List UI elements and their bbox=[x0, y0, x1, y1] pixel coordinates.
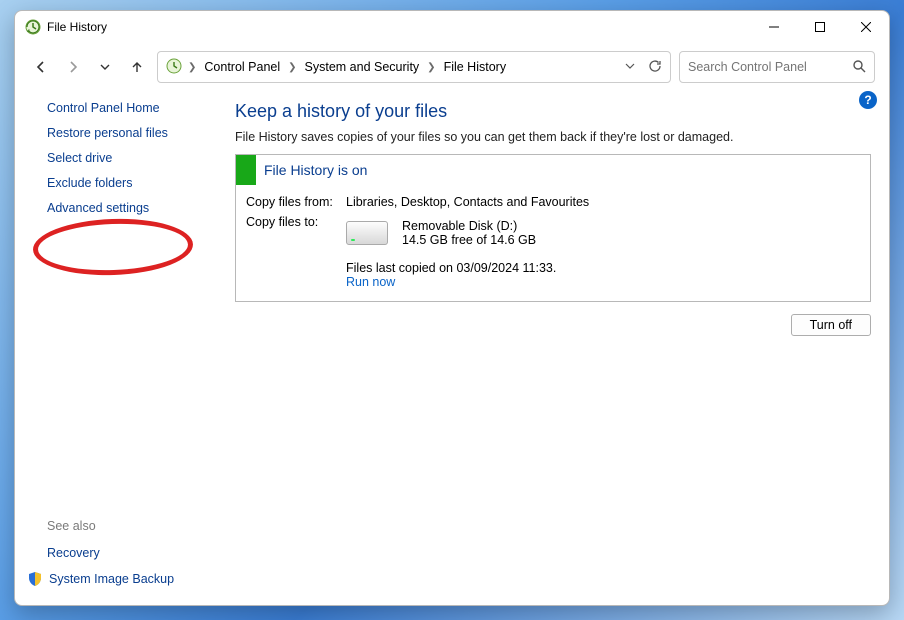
drive-name: Removable Disk (D:) bbox=[402, 219, 536, 233]
window-title: File History bbox=[47, 20, 751, 34]
shield-icon bbox=[27, 571, 43, 587]
chevron-right-icon: ❯ bbox=[425, 62, 437, 73]
copy-to-label: Copy files to: bbox=[246, 215, 346, 247]
refresh-icon[interactable] bbox=[648, 59, 662, 76]
status-body: Copy files from: Libraries, Desktop, Con… bbox=[236, 185, 870, 301]
address-bar[interactable]: ❯ Control Panel ❯ System and Security ❯ … bbox=[157, 51, 671, 83]
copy-from-label: Copy files from: bbox=[246, 195, 346, 209]
chevron-right-icon: ❯ bbox=[186, 62, 198, 73]
status-heading: File History is on bbox=[264, 162, 367, 178]
last-copied-text: Files last copied on 03/09/2024 11:33. bbox=[346, 261, 860, 275]
search-input[interactable] bbox=[688, 60, 852, 74]
sidebar-link-advanced[interactable]: Advanced settings bbox=[47, 201, 209, 215]
search-icon[interactable] bbox=[852, 59, 866, 76]
crumb-control-panel[interactable]: Control Panel bbox=[202, 58, 282, 76]
crumb-system-security[interactable]: System and Security bbox=[303, 58, 422, 76]
content: ? Control Panel Home Restore personal fi… bbox=[15, 91, 889, 605]
maximize-button[interactable] bbox=[797, 11, 843, 43]
copy-from-value: Libraries, Desktop, Contacts and Favouri… bbox=[346, 195, 860, 209]
sidebar-link-exclude[interactable]: Exclude folders bbox=[47, 176, 209, 190]
crumb-file-history[interactable]: File History bbox=[442, 58, 509, 76]
turn-off-button[interactable]: Turn off bbox=[791, 314, 871, 336]
drive-free: 14.5 GB free of 14.6 GB bbox=[402, 233, 536, 247]
up-button[interactable] bbox=[125, 55, 149, 79]
status-box: File History is on Copy files from: Libr… bbox=[235, 154, 871, 302]
titlebar: File History bbox=[15, 11, 889, 43]
seealso-recovery[interactable]: Recovery bbox=[47, 546, 209, 560]
nav-row: ❯ Control Panel ❯ System and Security ❯ … bbox=[15, 43, 889, 91]
close-button[interactable] bbox=[843, 11, 889, 43]
chevron-right-icon: ❯ bbox=[286, 62, 298, 73]
seealso-system-image-backup[interactable]: System Image Backup bbox=[49, 572, 174, 586]
main-panel: Keep a history of your files File Histor… bbox=[215, 91, 879, 597]
help-icon[interactable]: ? bbox=[859, 91, 877, 109]
status-heading-row: File History is on bbox=[236, 155, 870, 185]
see-also-label: See also bbox=[47, 519, 209, 533]
file-history-window: File History ❯ Control Panel ❯ System an… bbox=[14, 10, 890, 606]
sidebar-link-select-drive[interactable]: Select drive bbox=[47, 151, 209, 165]
run-now-link[interactable]: Run now bbox=[346, 275, 395, 289]
sidebar: Control Panel Home Restore personal file… bbox=[25, 91, 215, 597]
forward-button[interactable] bbox=[61, 55, 85, 79]
sidebar-link-restore[interactable]: Restore personal files bbox=[47, 126, 209, 140]
address-dropdown-icon[interactable] bbox=[624, 60, 636, 75]
window-controls bbox=[751, 11, 889, 43]
status-on-indicator bbox=[236, 155, 256, 185]
app-icon bbox=[25, 19, 41, 35]
minimize-button[interactable] bbox=[751, 11, 797, 43]
address-icon bbox=[166, 58, 182, 77]
page-subtitle: File History saves copies of your files … bbox=[235, 130, 871, 144]
search-box[interactable] bbox=[679, 51, 875, 83]
recent-locations-button[interactable] bbox=[93, 55, 117, 79]
page-title: Keep a history of your files bbox=[235, 101, 871, 122]
sidebar-link-home[interactable]: Control Panel Home bbox=[47, 101, 209, 115]
back-button[interactable] bbox=[29, 55, 53, 79]
drive-icon bbox=[346, 221, 388, 245]
